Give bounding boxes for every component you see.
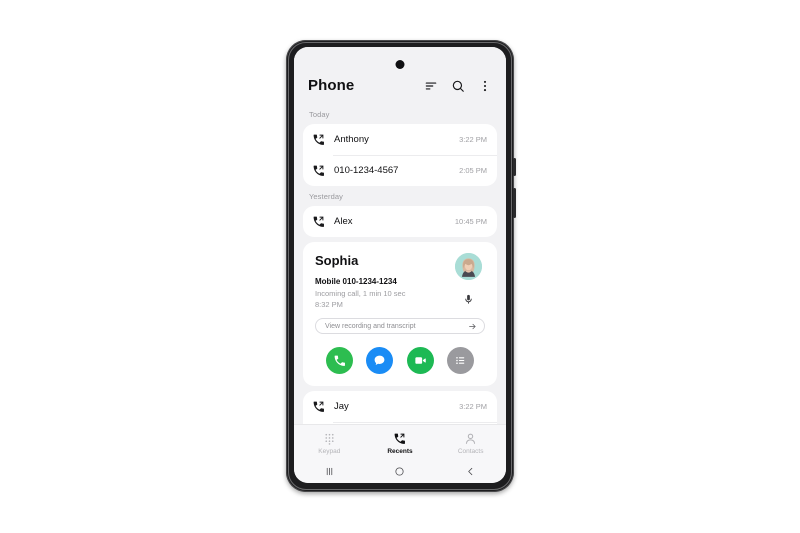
tab-recents[interactable]: Recents bbox=[370, 432, 430, 455]
contact-number: Mobile 010-1234-1234 bbox=[315, 277, 397, 286]
call-button[interactable] bbox=[325, 347, 353, 374]
contact-name: Sophia bbox=[315, 253, 359, 268]
tab-contacts-label: Contacts bbox=[457, 448, 484, 455]
outgoing-call-icon bbox=[312, 133, 325, 146]
front-camera-icon bbox=[395, 60, 405, 69]
phone-device: Phone Today Anthony 3:22 PM 010-1234-456… bbox=[286, 40, 516, 492]
call-log-time: 3:22 PM bbox=[459, 135, 487, 144]
call-log-time: 2:05 PM bbox=[459, 166, 487, 175]
call-log-name: Anthony bbox=[334, 134, 369, 145]
tab-recents-label: Recents bbox=[387, 448, 413, 455]
expanded-call-card: Sophia Mobile 010-1234-1234 Incoming cal… bbox=[303, 242, 497, 386]
call-log-name: Jay bbox=[334, 401, 349, 412]
expanded-card-right bbox=[451, 253, 485, 305]
call-action-buttons bbox=[315, 347, 485, 374]
message-button[interactable] bbox=[366, 347, 394, 374]
call-log-list[interactable]: Today Anthony 3:22 PM 010-1234-4567 2:05… bbox=[294, 104, 506, 424]
call-log-name: Alex bbox=[334, 216, 353, 227]
call-group-trailing: Jay 3:22 PM Michael 3:40 PM bbox=[303, 391, 497, 424]
avatar[interactable] bbox=[454, 253, 482, 280]
call-detail-text: Incoming call, 1 min 10 sec bbox=[315, 289, 406, 298]
outgoing-call-icon bbox=[312, 215, 325, 228]
tab-contacts[interactable]: Contacts bbox=[441, 432, 501, 455]
view-transcript-button[interactable]: View recording and transcript bbox=[315, 318, 485, 334]
contacts-icon bbox=[464, 432, 477, 445]
back-button[interactable] bbox=[465, 466, 476, 477]
keypad-icon bbox=[323, 432, 336, 445]
bottom-navigation: Keypad Recents Contacts bbox=[294, 424, 506, 460]
tab-keypad[interactable]: Keypad bbox=[299, 432, 359, 455]
outgoing-call-icon bbox=[312, 164, 325, 177]
more-options-icon[interactable] bbox=[478, 79, 492, 93]
outgoing-call-icon bbox=[312, 400, 325, 413]
view-transcript-label: View recording and transcript bbox=[325, 322, 416, 330]
call-log-row[interactable]: Anthony 3:22 PM bbox=[303, 124, 497, 155]
home-button[interactable] bbox=[394, 466, 405, 477]
volume-button[interactable] bbox=[513, 158, 516, 176]
call-log-row[interactable]: Alex 10:45 PM bbox=[303, 206, 497, 237]
video-call-button[interactable] bbox=[406, 347, 434, 374]
call-log-time: 3:22 PM bbox=[459, 402, 487, 411]
call-log-row[interactable]: Jay 3:22 PM bbox=[303, 391, 497, 422]
call-detail-time: 8:32 PM bbox=[315, 300, 343, 309]
recents-icon bbox=[393, 432, 406, 445]
call-group-yesterday: Alex 10:45 PM bbox=[303, 206, 497, 237]
call-log-time: 10:45 PM bbox=[454, 217, 487, 226]
expanded-card-top: Sophia Mobile 010-1234-1234 Incoming cal… bbox=[315, 253, 485, 309]
call-log-row[interactable]: Michael 3:40 PM bbox=[303, 422, 497, 424]
call-group-today: Anthony 3:22 PM 010-1234-4567 2:05 PM bbox=[303, 124, 497, 186]
day-label-yesterday: Yesterday bbox=[309, 192, 343, 201]
app-header: Phone bbox=[294, 47, 506, 104]
arrow-right-icon bbox=[468, 322, 477, 331]
call-log-name: 010-1234-4567 bbox=[334, 165, 399, 176]
expanded-call-info: Sophia Mobile 010-1234-1234 Incoming cal… bbox=[315, 253, 451, 309]
system-navigation-bar bbox=[294, 460, 506, 483]
microphone-icon[interactable] bbox=[463, 294, 474, 305]
call-details-button[interactable] bbox=[447, 347, 475, 374]
sort-filter-icon[interactable] bbox=[424, 79, 438, 93]
recent-apps-button[interactable] bbox=[324, 466, 335, 477]
tab-keypad-label: Keypad bbox=[318, 448, 341, 455]
search-icon[interactable] bbox=[451, 79, 465, 93]
page-title: Phone bbox=[308, 77, 355, 94]
screenshot-canvas: Phone Today Anthony 3:22 PM 010-1234-456… bbox=[0, 0, 800, 533]
phone-screen: Phone Today Anthony 3:22 PM 010-1234-456… bbox=[294, 47, 506, 483]
day-label-today: Today bbox=[309, 110, 330, 119]
call-log-row[interactable]: 010-1234-4567 2:05 PM bbox=[303, 155, 497, 186]
header-actions bbox=[424, 79, 492, 93]
power-button[interactable] bbox=[513, 188, 516, 218]
